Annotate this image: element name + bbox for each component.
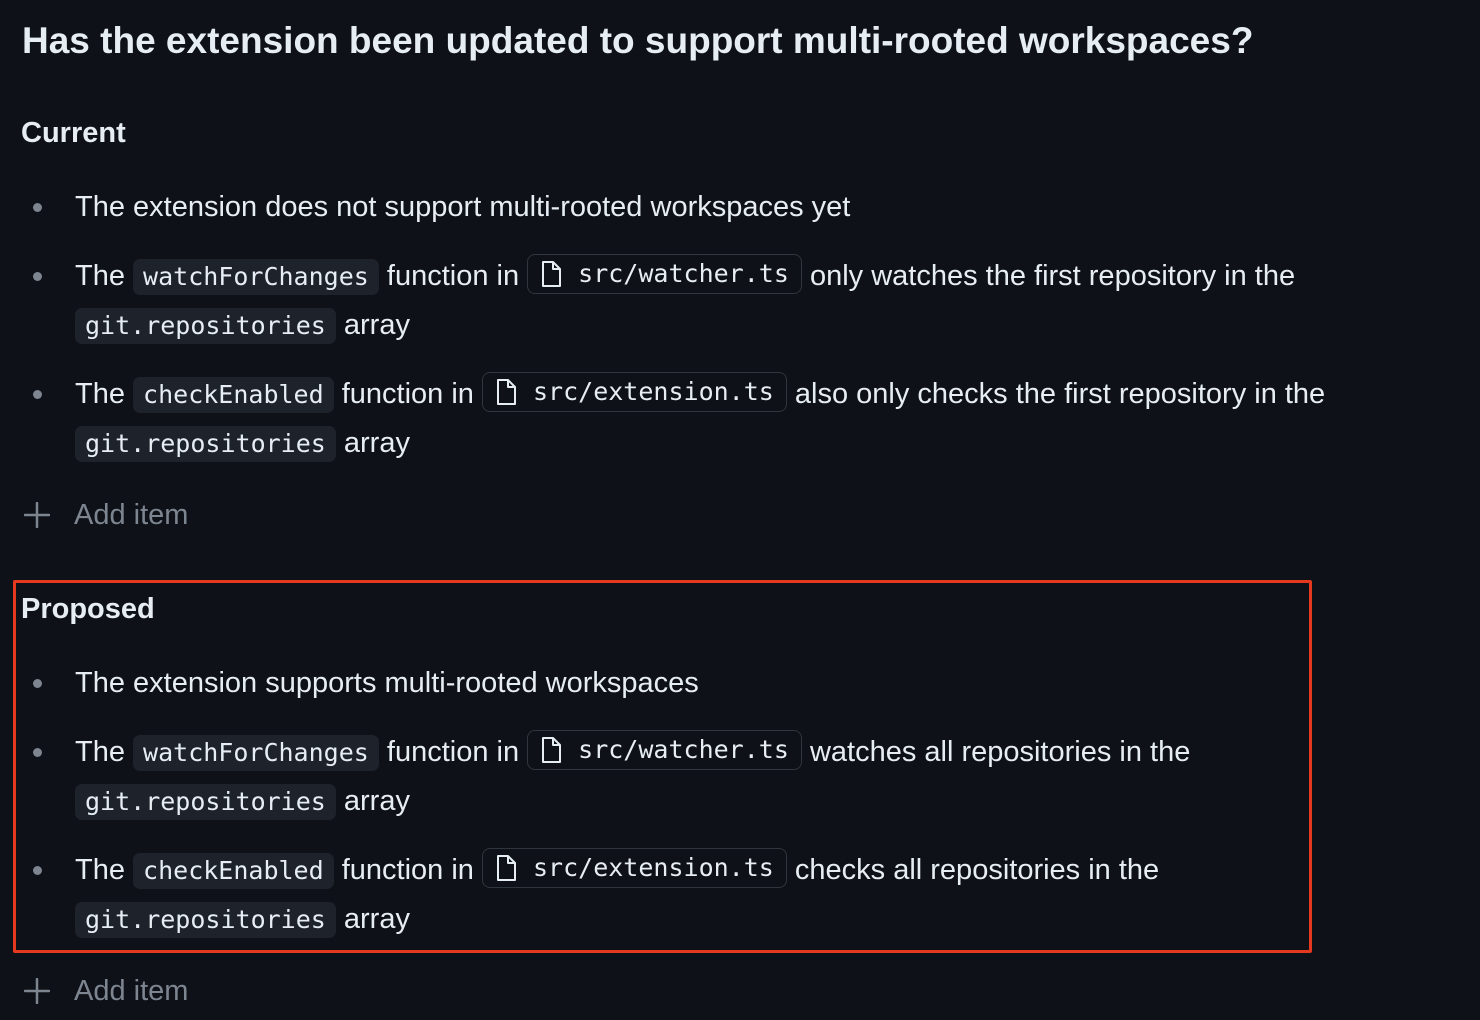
- item-end: array: [343, 903, 410, 935]
- bullet-dot: [33, 679, 42, 688]
- add-item-label: Add item: [74, 499, 189, 531]
- bullet-dot: [33, 866, 42, 875]
- file-link-chip[interactable]: src/watcher.ts: [527, 254, 802, 295]
- file-icon: [540, 260, 562, 288]
- list-item[interactable]: The watchForChanges function in src/watc…: [0, 252, 1480, 350]
- item-text: The extension does not support multi-roo…: [75, 191, 851, 223]
- item-prefix: The: [75, 736, 125, 768]
- file-path: src/extension.ts: [533, 377, 774, 407]
- file-icon: [540, 736, 562, 764]
- item-middle: function in: [386, 260, 520, 292]
- file-link-chip[interactable]: src/extension.ts: [482, 372, 787, 413]
- current-item-list: The extension does not support multi-roo…: [0, 183, 1480, 488]
- item-end: array: [343, 785, 410, 817]
- add-item-button-current[interactable]: Add item: [24, 495, 188, 535]
- bullet-dot: [33, 390, 42, 399]
- section-heading-proposed: Proposed: [21, 593, 155, 625]
- code-identifier: checkEnabled: [133, 853, 334, 889]
- item-middle: function in: [341, 378, 474, 410]
- item-prefix: The: [75, 854, 125, 886]
- code-identifier: git.repositories: [75, 784, 336, 820]
- add-item-button-proposed[interactable]: Add item: [24, 971, 188, 1011]
- bullet-dot: [33, 203, 42, 212]
- list-item[interactable]: The checkEnabled function in src/extensi…: [0, 370, 1480, 468]
- plus-icon: [24, 978, 50, 1004]
- file-link-chip[interactable]: src/extension.ts: [482, 848, 787, 889]
- proposed-item-list: The extension supports multi-rooted work…: [0, 659, 1480, 964]
- item-prefix: The: [75, 260, 125, 292]
- item-end: array: [343, 309, 410, 341]
- list-item[interactable]: The extension supports multi-rooted work…: [0, 659, 1480, 708]
- item-suffix: also only checks the first repository in…: [794, 378, 1326, 410]
- bullet-dot: [33, 272, 42, 281]
- file-path: src/watcher.ts: [578, 735, 789, 765]
- item-suffix: watches all repositories in the: [809, 736, 1191, 768]
- file-link-chip[interactable]: src/watcher.ts: [527, 730, 802, 771]
- code-identifier: git.repositories: [75, 308, 336, 344]
- item-end: array: [343, 427, 410, 459]
- list-item[interactable]: The watchForChanges function in src/watc…: [0, 728, 1480, 826]
- item-prefix: The: [75, 378, 125, 410]
- code-identifier: watchForChanges: [133, 259, 379, 295]
- item-suffix: only watches the first repository in the: [809, 260, 1296, 292]
- item-text: The extension supports multi-rooted work…: [75, 667, 699, 699]
- file-path: src/extension.ts: [533, 853, 774, 883]
- code-identifier: git.repositories: [75, 902, 336, 938]
- item-suffix: checks all repositories in the: [794, 854, 1160, 886]
- file-icon: [495, 854, 517, 882]
- section-heading-current: Current: [21, 117, 126, 149]
- code-identifier: git.repositories: [75, 426, 336, 462]
- file-icon: [495, 378, 517, 406]
- code-identifier: checkEnabled: [133, 377, 334, 413]
- bullet-dot: [33, 748, 42, 757]
- add-item-label: Add item: [74, 975, 189, 1007]
- code-identifier: watchForChanges: [133, 735, 379, 771]
- page-title: Has the extension been updated to suppor…: [22, 20, 1254, 61]
- item-middle: function in: [386, 736, 520, 768]
- list-item[interactable]: The checkEnabled function in src/extensi…: [0, 846, 1480, 944]
- plus-icon: [24, 502, 50, 528]
- list-item[interactable]: The extension does not support multi-roo…: [0, 183, 1480, 232]
- file-path: src/watcher.ts: [578, 259, 789, 289]
- item-middle: function in: [341, 854, 474, 886]
